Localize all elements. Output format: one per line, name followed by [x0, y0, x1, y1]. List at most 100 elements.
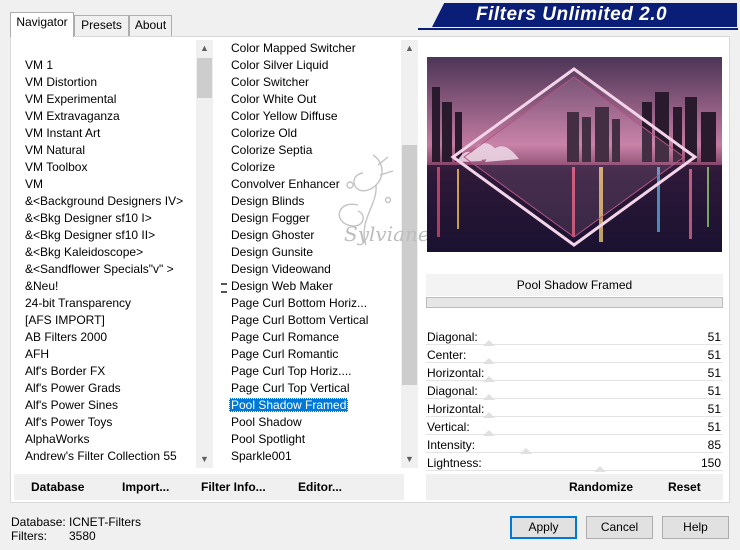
filter-list-item[interactable]: Pool Shadow [220, 414, 400, 431]
filter-list-item[interactable]: Page Curl Romantic [220, 346, 400, 363]
filter-list-item[interactable]: Page Curl Bottom Vertical [220, 312, 400, 329]
category-list-item[interactable]: AFH [13, 346, 196, 363]
category-list-item-label: AFH [25, 347, 49, 361]
filter-list-item[interactable]: Color Switcher [220, 74, 400, 91]
category-list-item[interactable]: VM Distortion [13, 74, 196, 91]
tab-about[interactable]: About [129, 15, 172, 36]
filter-list-item-label: Design Gunsite [231, 245, 314, 259]
category-list-item[interactable]: VM [13, 176, 196, 193]
category-list-item[interactable]: Alf's Power Toys [13, 414, 196, 431]
parameter-value: 51 [707, 330, 721, 344]
filter-list-item[interactable]: Page Curl Bottom Horiz... [220, 295, 400, 312]
category-list-item[interactable]: &<Background Designers IV> [13, 193, 196, 210]
category-list-item[interactable]: &<Bkg Kaleidoscope> [13, 244, 196, 261]
randomize-button[interactable]: Randomize [569, 474, 633, 500]
parameter-slider[interactable]: Horizontal: 51 [426, 400, 723, 418]
slider-track[interactable] [426, 434, 723, 435]
filter-list-item[interactable]: Color Yellow Diffuse [220, 108, 400, 125]
category-list-item-label: Andrew's Filter Collection 56 [23, 466, 179, 468]
grip-icon [221, 283, 227, 293]
filter-list-item[interactable]: Pool Shadow Framed [220, 397, 400, 414]
parameter-slider[interactable]: Lightness: 150 [426, 454, 723, 472]
filter-list-item[interactable]: Page Curl Romance [220, 329, 400, 346]
scroll-up-arrow-icon[interactable]: ▲ [401, 40, 418, 57]
parameter-value: 51 [707, 420, 721, 434]
category-list-item[interactable]: [AFS IMPORT] [13, 312, 196, 329]
category-list[interactable]: VM 1 VM Distortion VM Experimental VM Extra… [13, 40, 196, 468]
category-list-item[interactable]: &Neu! [13, 278, 196, 295]
parameter-slider[interactable]: Vertical: 51 [426, 418, 723, 436]
category-list-item[interactable]: VM Toolbox [13, 159, 196, 176]
category-list-item[interactable]: VM 1 [13, 57, 196, 74]
filter-list-item[interactable]: Color White Out [220, 91, 400, 108]
scroll-down-arrow-icon[interactable]: ▼ [401, 451, 418, 468]
filter-list-item[interactable]: Design Web Maker [220, 278, 400, 295]
category-list-item[interactable]: Andrew's Filter Collection 55 [13, 448, 196, 465]
parameter-slider[interactable]: Intensity: 85 [426, 436, 723, 454]
reset-button[interactable]: Reset [668, 474, 701, 500]
category-list-item-label: VM Extravaganza [25, 109, 120, 123]
randomize-button-label: Randomize [569, 480, 634, 494]
category-list-item[interactable]: &<Bkg Designer sf10 I> [13, 210, 196, 227]
filter-list-item[interactable]: Color Silver Liquid [220, 57, 400, 74]
parameter-label: Horizontal: [427, 402, 485, 416]
category-list-item-label: VM Natural [25, 143, 86, 157]
category-list-item[interactable]: 24-bit Transparency [13, 295, 196, 312]
category-list-item[interactable]: &<Sandflower Specials"v" > [13, 261, 196, 278]
filter-list-item[interactable]: Sparkle001 [220, 448, 400, 465]
parameter-label: Intensity: [427, 438, 476, 452]
category-list-item[interactable]: VM Experimental [13, 91, 196, 108]
database-button[interactable]: Database [31, 474, 84, 500]
tab-presets[interactable]: Presets [74, 15, 129, 36]
category-list-item[interactable]: Andrew's Filter Collection 56 [13, 465, 196, 468]
category-list-item-label: &<Sandflower Specials"v" > [25, 262, 174, 276]
parameter-slider[interactable]: Diagonal: 51 [426, 328, 723, 346]
category-list-item[interactable]: Alf's Power Sines [13, 397, 196, 414]
editor-button[interactable]: Editor... [298, 474, 342, 500]
filter-list-item-label: Sparkle001 [231, 449, 292, 463]
filter-info-button[interactable]: Filter Info... [201, 474, 266, 500]
cancel-button[interactable]: Cancel [586, 516, 653, 539]
database-status-value: ICNET-Filters [69, 515, 141, 529]
parameter-slider[interactable]: Horizontal: 51 [426, 364, 723, 382]
scroll-up-arrow-icon[interactable]: ▲ [196, 40, 213, 57]
parameter-slider[interactable]: Diagonal: 51 [426, 382, 723, 400]
filter-list-item-label: Colorize Septia [231, 143, 313, 157]
parameter-value: 51 [707, 402, 721, 416]
filter-list-item-label: Page Curl Romantic [231, 347, 339, 361]
filter-list-item[interactable]: Page Curl Top Horiz.... [220, 363, 400, 380]
filter-list-item-label: Pool Shadow Framed [229, 398, 349, 412]
slider-track[interactable] [426, 362, 723, 363]
category-list-scrollbar[interactable]: ▲ ▼ [196, 40, 213, 468]
category-list-item[interactable]: &<Bkg Designer sf10 II> [13, 227, 196, 244]
category-list-item[interactable]: AB Filters 2000 [13, 329, 196, 346]
filter-list-item[interactable]: Color Mapped Switcher [220, 40, 400, 57]
scroll-down-arrow-icon[interactable]: ▼ [196, 451, 213, 468]
category-scroll-thumb[interactable] [197, 58, 212, 98]
apply-button[interactable]: Apply [510, 516, 577, 539]
category-list-item-label: &<Bkg Designer sf10 I> [25, 211, 152, 225]
category-list-item[interactable]: VM Instant Art [13, 125, 196, 142]
tab-navigator[interactable]: Navigator [10, 12, 74, 37]
filter-list-item-label: Color Switcher [231, 75, 310, 89]
category-list-item-label: VM Experimental [25, 92, 117, 106]
category-list-item-label: Andrew's Filter Collection 55 [25, 449, 177, 463]
filter-list-item[interactable]: Colorize Old [220, 125, 400, 142]
filter-info-button-label: Filter Info... [201, 480, 266, 494]
import-button[interactable]: Import... [122, 474, 169, 500]
filter-list-item[interactable]: Sparkle002 [220, 465, 400, 468]
category-list-item[interactable]: VM Extravaganza [13, 108, 196, 125]
category-list-item[interactable]: Alf's Power Grads [13, 380, 196, 397]
filter-list-item-label: Pool Shadow [231, 415, 302, 429]
selected-filter-title: Pool Shadow Framed [426, 274, 723, 296]
category-list-item[interactable]: AlphaWorks [13, 431, 196, 448]
slider-thumb[interactable] [594, 466, 607, 472]
category-list-item-label: VM Instant Art [25, 126, 101, 140]
filter-list-item[interactable]: Page Curl Top Vertical [220, 380, 400, 397]
help-button[interactable]: Help [662, 516, 729, 539]
editor-button-label: Editor... [298, 480, 343, 494]
filter-list-item[interactable]: Pool Spotlight [220, 431, 400, 448]
category-list-item[interactable]: Alf's Border FX [13, 363, 196, 380]
parameter-slider[interactable]: Center: 51 [426, 346, 723, 364]
category-list-item[interactable]: VM Natural [13, 142, 196, 159]
